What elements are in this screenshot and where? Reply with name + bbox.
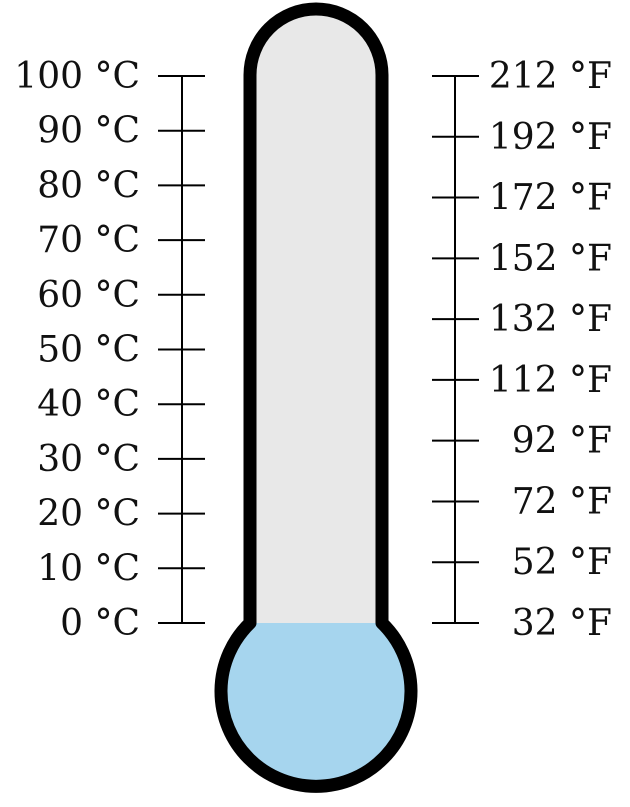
thermometer-diagram: 0 °C 10 °C 20 °C 30 °C 40 °C 50 °C 60 °C 70 °C 8… — [14, 2, 612, 793]
celsius-label-20: 20 °C — [37, 494, 140, 535]
fahrenheit-label-132: 132 °F — [489, 299, 612, 340]
celsius-label-30: 30 °C — [37, 439, 140, 480]
thermometer-tube — [250, 9, 382, 623]
celsius-label-80: 80 °C — [37, 165, 140, 206]
fahrenheit-label-212: 212 °F — [489, 56, 612, 97]
celsius-label-40: 40 °C — [37, 384, 140, 425]
fahrenheit-label-92: 92 °F — [512, 421, 612, 462]
fahrenheit-label-112: 112 °F — [489, 360, 612, 401]
fahrenheit-label-72: 72 °F — [512, 481, 612, 522]
celsius-label-10: 10 °C — [37, 548, 140, 589]
celsius-label-90: 90 °C — [37, 111, 140, 152]
fahrenheit-label-152: 152 °F — [489, 238, 612, 279]
fahrenheit-label-52: 52 °F — [512, 542, 612, 583]
fahrenheit-label-172: 172 °F — [489, 178, 612, 219]
fahrenheit-scale: 32 °F 52 °F 72 °F 92 °F 112 °F 132 °F 152 °F 17… — [432, 56, 612, 644]
fahrenheit-label-32: 32 °F — [512, 603, 612, 644]
celsius-label-60: 60 °C — [37, 275, 140, 316]
celsius-label-70: 70 °C — [37, 220, 140, 261]
celsius-label-100: 100 °C — [14, 56, 140, 97]
celsius-scale: 0 °C 10 °C 20 °C 30 °C 40 °C 50 °C 60 °C 70 °C 8… — [14, 56, 205, 644]
celsius-label-0: 0 °C — [60, 603, 140, 644]
celsius-label-50: 50 °C — [37, 330, 140, 371]
fahrenheit-label-192: 192 °F — [489, 117, 612, 158]
